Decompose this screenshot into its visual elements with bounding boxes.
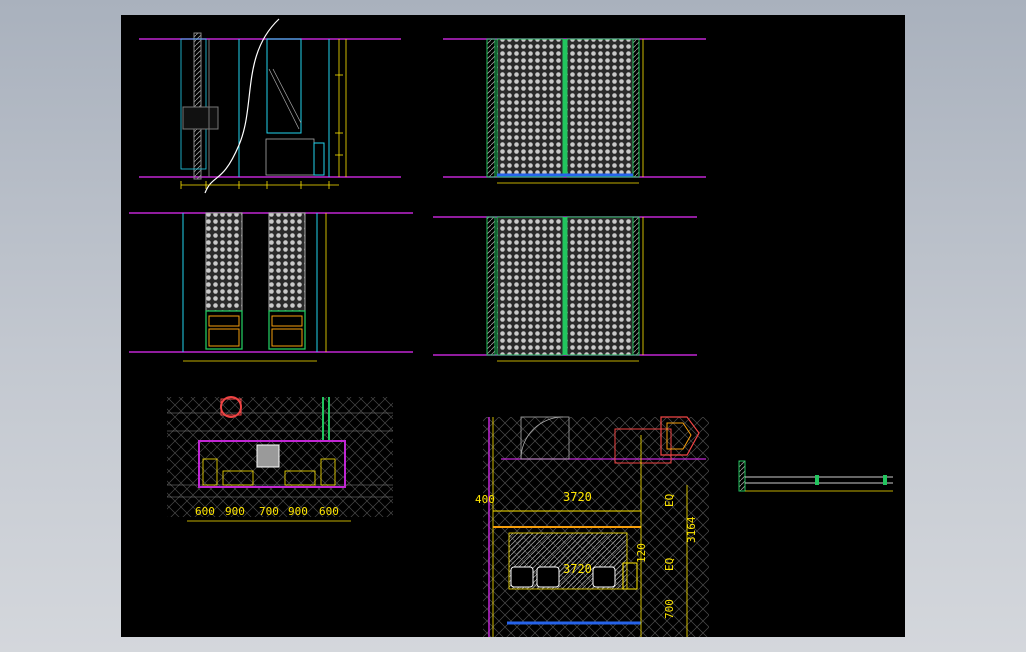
cad-drawing-viewport[interactable]: 600 900 700 900 600 3720 3720 400 EQ EQ …: [121, 15, 905, 637]
small-section-detail: [738, 460, 893, 492]
wall-section: [193, 32, 202, 180]
dim-label: EQ: [663, 558, 676, 571]
dim-label: EQ: [663, 494, 676, 507]
dim-label: 3720: [563, 490, 592, 504]
perforated-column: [268, 212, 306, 312]
dim-label: 900: [225, 505, 245, 518]
dim-label: 400: [475, 493, 495, 506]
wall-section: [486, 38, 496, 178]
dim-label: 700: [259, 505, 279, 518]
column: [256, 444, 280, 468]
perforated-panel: [496, 216, 564, 356]
perforated-panel: [496, 38, 564, 178]
elevation-d: [433, 216, 697, 362]
perforated-panel: [566, 38, 634, 178]
break-line: [204, 18, 280, 194]
dim-label: 700: [663, 599, 676, 619]
dim-label: 900: [288, 505, 308, 518]
dim-label: 3164: [685, 516, 698, 543]
perforated-column: [205, 212, 243, 312]
cabinet: [268, 310, 306, 350]
dim-label: 3720: [563, 562, 592, 576]
dim-label: 600: [195, 505, 215, 518]
perforated-panel: [566, 216, 634, 356]
elevation-c: [129, 212, 413, 362]
floor-plan-left: 600 900 700 900 600: [167, 396, 393, 522]
dim-label: 600: [319, 505, 339, 518]
floor-plan-right: 3720 3720 400 EQ EQ 3164 120 700: [475, 416, 709, 637]
cabinet: [205, 310, 243, 350]
elevation-b: [443, 38, 706, 184]
cad-drawing-canvas: 600 900 700 900 600 3720 3720 400 EQ EQ …: [129, 18, 893, 637]
dim-label: 120: [635, 543, 648, 563]
elevation-a: [139, 18, 401, 194]
wall-section: [486, 216, 496, 356]
